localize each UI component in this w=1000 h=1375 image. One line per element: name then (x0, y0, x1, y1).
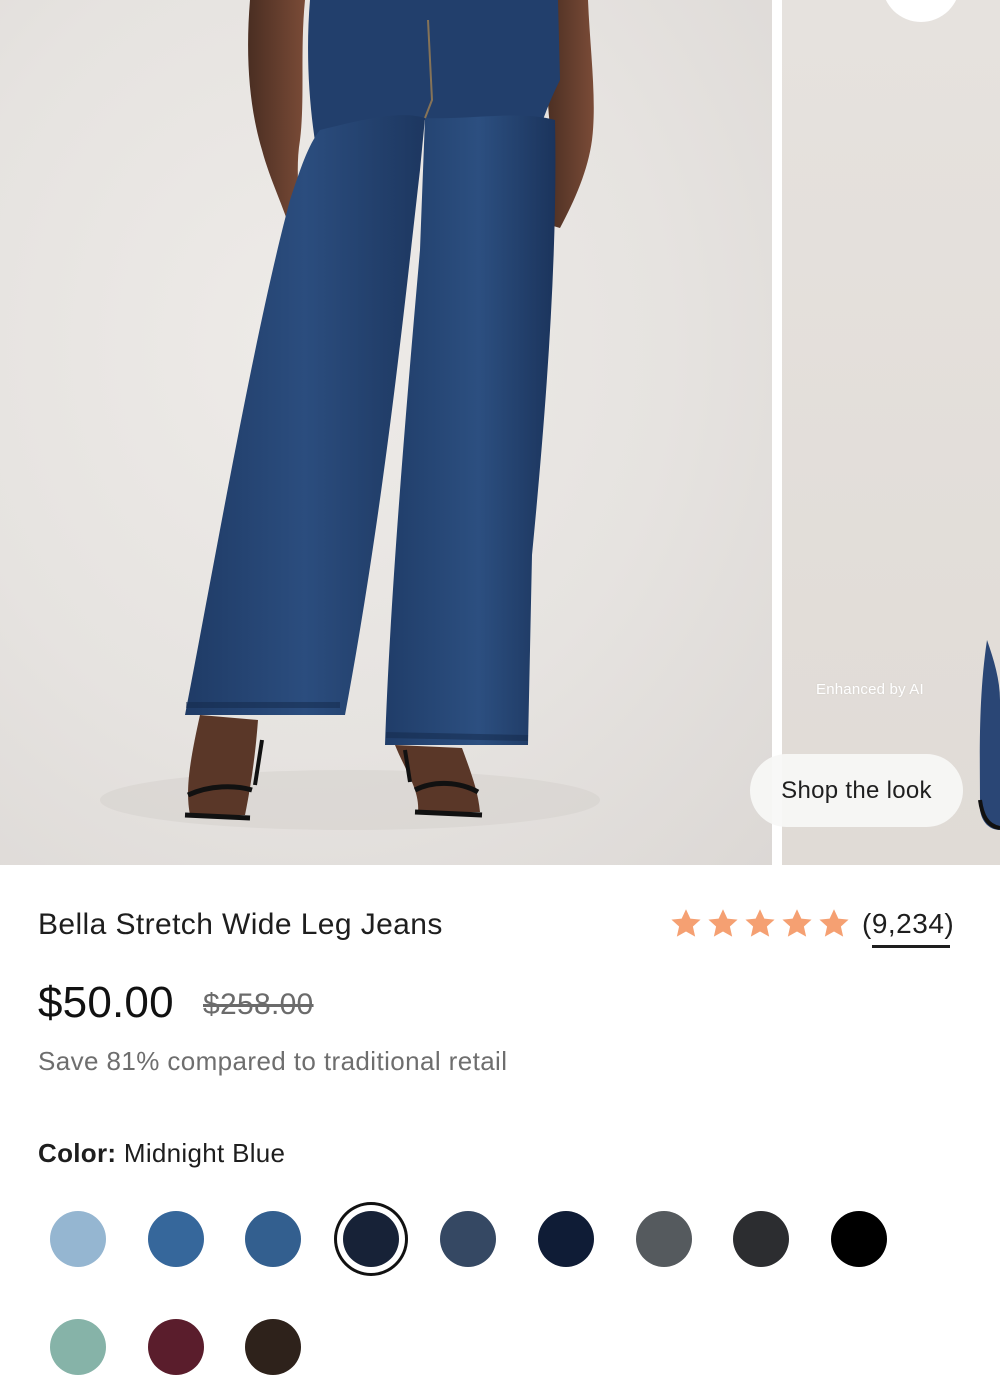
product-image-carousel[interactable]: Enhanced by AI Shop the look (0, 0, 1000, 865)
color-swatch[interactable] (245, 1211, 301, 1267)
selected-color-name: Midnight Blue (123, 1138, 286, 1168)
enhanced-by-ai-badge: Enhanced by AI (816, 681, 924, 698)
color-swatch[interactable] (148, 1319, 204, 1375)
color-swatch[interactable] (245, 1319, 301, 1375)
product-photo[interactable] (0, 0, 772, 865)
product-rating[interactable]: (9,234) (668, 906, 954, 950)
color-swatch[interactable] (538, 1211, 594, 1267)
savings-note: Save 81% compared to traditional retail (38, 1046, 508, 1076)
product-photo-next[interactable]: Enhanced by AI (782, 0, 1000, 865)
color-swatch[interactable] (50, 1319, 106, 1375)
star-icon (708, 909, 738, 937)
star-icon (671, 909, 701, 937)
review-count-link[interactable]: (9,234) (862, 906, 954, 942)
color-swatch[interactable] (440, 1211, 496, 1267)
color-swatch[interactable] (343, 1211, 399, 1267)
product-title: Bella Stretch Wide Leg Jeans (38, 908, 443, 941)
star-icon (745, 909, 775, 937)
star-icon (819, 909, 849, 937)
rating-stars (668, 906, 852, 942)
shop-the-look-button[interactable]: Shop the look (750, 754, 963, 827)
color-swatch[interactable] (636, 1211, 692, 1267)
color-swatch[interactable] (148, 1211, 204, 1267)
sale-price: $50.00 (38, 978, 174, 1027)
color-selection-label: Color: Midnight Blue (38, 1138, 285, 1169)
star-icon (782, 909, 812, 937)
color-swatch[interactable] (733, 1211, 789, 1267)
color-swatch[interactable] (50, 1211, 106, 1267)
review-count-underline (872, 945, 950, 948)
color-label: Color: (38, 1138, 117, 1168)
original-price: $258.00 (203, 988, 314, 1021)
color-swatch[interactable] (831, 1211, 887, 1267)
